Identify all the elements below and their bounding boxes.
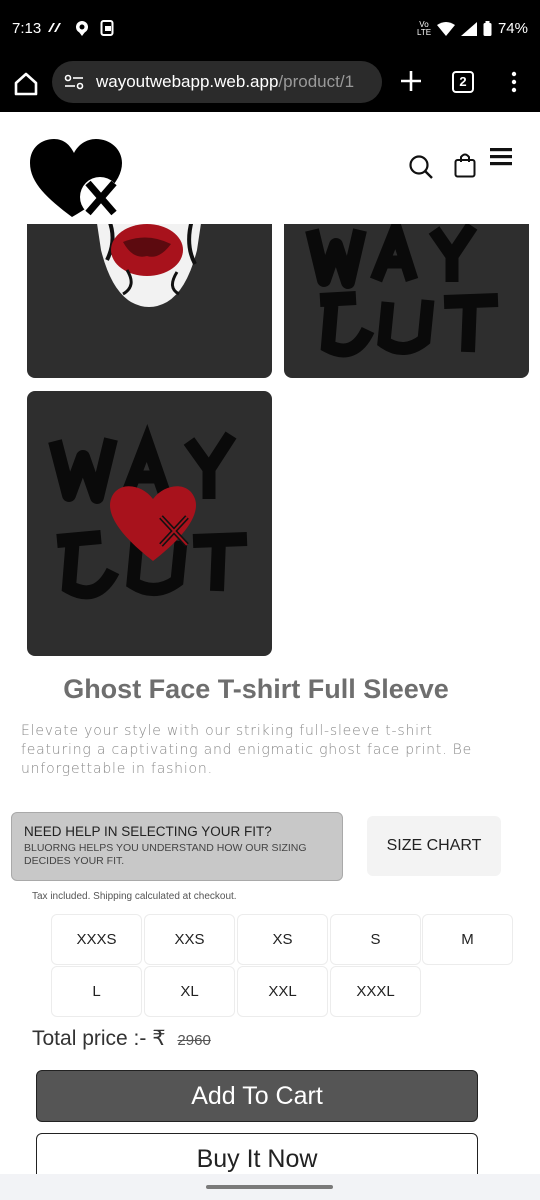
status-bar: 7:13 Vo LTE 74% — [0, 0, 540, 60]
more-options-icon[interactable] — [508, 70, 520, 94]
address-bar[interactable]: wayoutwebapp.web.app/product/1 — [52, 61, 382, 103]
chat-notification-icon — [76, 21, 88, 36]
size-option-l[interactable]: L — [51, 966, 142, 1017]
size-option-xxxl[interactable]: XXXL — [330, 966, 421, 1017]
new-tab-icon[interactable] — [398, 68, 424, 94]
url-path: /product/1 — [278, 72, 355, 91]
volte-indicator: Vo LTE — [416, 19, 432, 37]
app-notification-icon — [48, 23, 61, 32]
url-domain: wayoutwebapp.web.app — [96, 72, 279, 91]
hamburger-menu-icon[interactable] — [490, 148, 512, 166]
screenshot-notification-icon — [100, 20, 114, 36]
wayout-heart-graffiti-icon — [48, 424, 248, 600]
total-price-label: Total price :- ₹ — [32, 1027, 166, 1050]
tax-note: Tax included. Shipping calculated at che… — [32, 891, 237, 902]
size-option-xs[interactable]: XS — [237, 914, 328, 965]
battery-icon — [483, 21, 492, 36]
product-description: Elevate your style with our striking ful… — [21, 723, 473, 777]
add-to-cart-button[interactable]: Add To Cart — [36, 1070, 478, 1122]
size-option-xxxs[interactable]: XXXS — [51, 914, 142, 965]
size-option-s[interactable]: S — [330, 914, 421, 965]
fit-help-subtext: BLUORNG HELPS YOU UNDERSTAND HOW OUR SIZ… — [24, 842, 307, 867]
cart-bag-icon[interactable] — [454, 152, 476, 178]
home-icon[interactable] — [12, 70, 40, 98]
gesture-handle[interactable] — [206, 1185, 333, 1189]
battery-percent: 74% — [497, 20, 528, 37]
product-image-wayout-logo[interactable] — [27, 391, 272, 656]
system-icons: Vo LTE 74% — [417, 20, 528, 37]
fit-help-heading: NEED HELP IN SELECTING YOUR FIT? — [24, 824, 272, 839]
size-chart-button[interactable]: SIZE CHART — [367, 816, 501, 876]
tab-switcher-button[interactable]: 2 — [452, 71, 474, 93]
site-settings-icon[interactable] — [64, 74, 84, 90]
wayout-logo-icon[interactable] — [28, 137, 124, 219]
size-option-xxs[interactable]: XXS — [144, 914, 235, 965]
search-icon[interactable] — [408, 154, 434, 180]
site-header — [0, 112, 540, 224]
original-price: 2960 — [177, 1032, 211, 1049]
browser-toolbar: wayoutwebapp.web.app/product/1 2 — [0, 60, 540, 112]
system-navigation-bar — [0, 1174, 540, 1200]
size-option-m[interactable]: M — [422, 914, 513, 965]
signal-icon — [460, 21, 477, 36]
size-option-xxl[interactable]: XXL — [237, 966, 328, 1017]
status-time: 7:13 — [12, 20, 42, 37]
notification-icons — [46, 20, 114, 36]
fit-help-box[interactable]: NEED HELP IN SELECTING YOUR FIT? BLUORNG… — [11, 812, 343, 881]
product-title: Ghost Face T-shirt Full Sleeve — [63, 674, 449, 704]
size-option-xl[interactable]: XL — [144, 966, 235, 1017]
total-price: Total price :- ₹ 2960 — [32, 1026, 211, 1051]
wifi-icon — [436, 21, 455, 36]
url-text[interactable]: wayoutwebapp.web.app/product/1 — [96, 72, 354, 92]
